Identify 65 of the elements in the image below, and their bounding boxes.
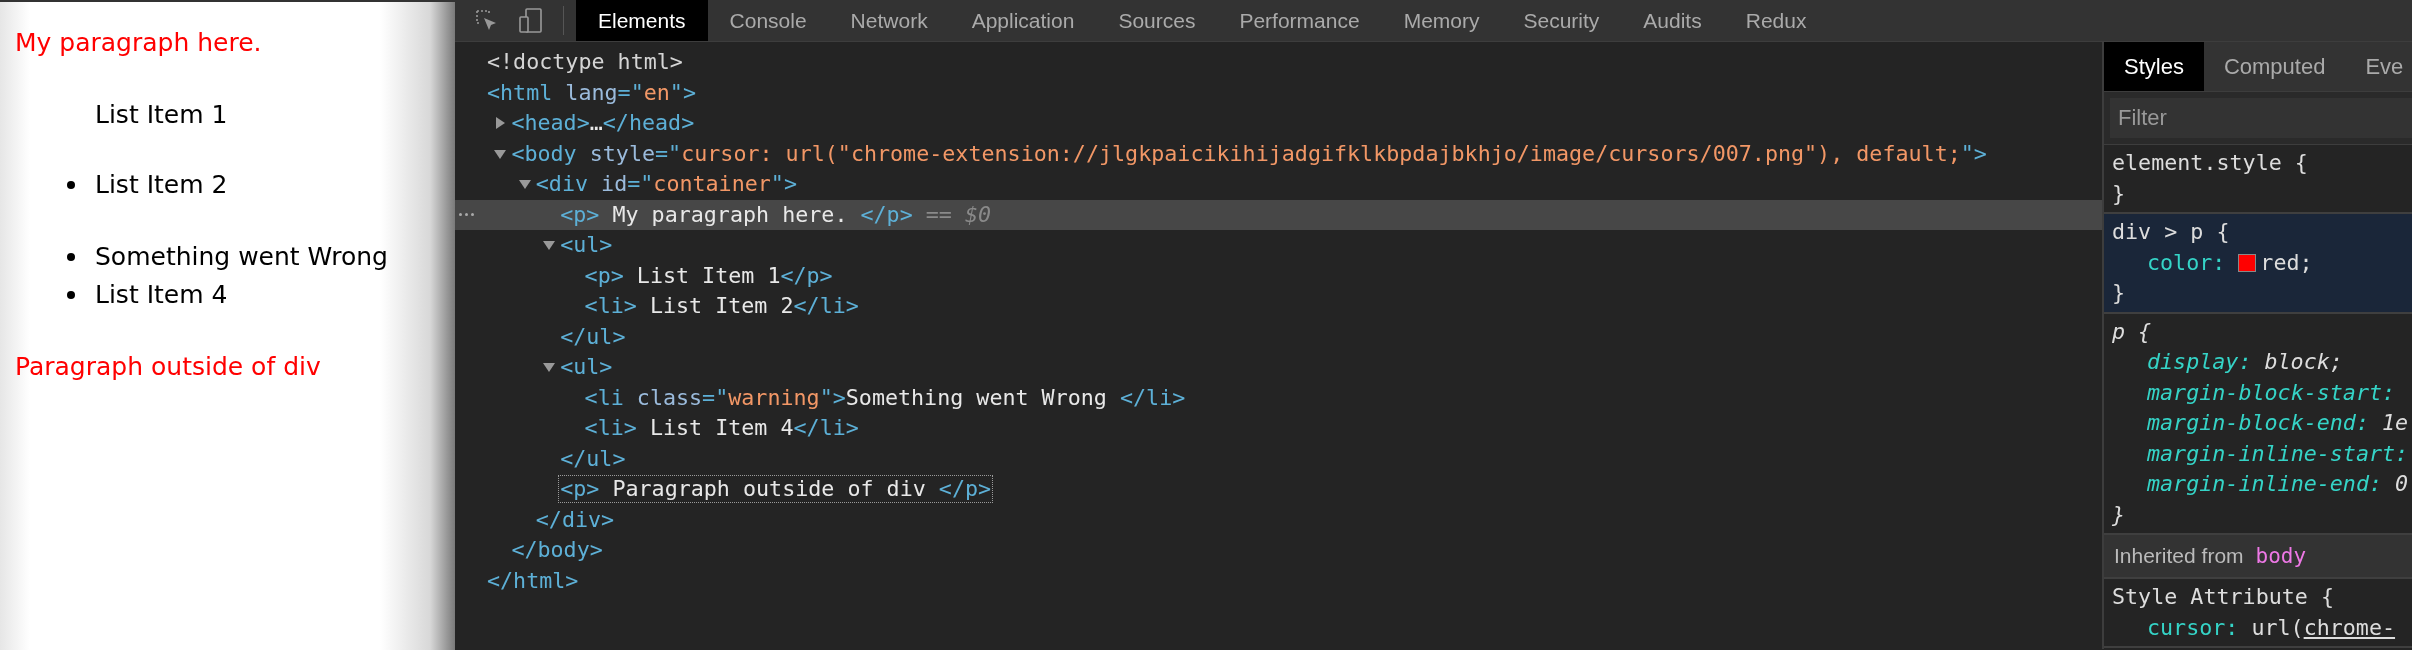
styles-tab[interactable]: Eve — [2345, 42, 2412, 91]
panel-tab[interactable]: Elements — [576, 0, 708, 41]
code-line[interactable]: </body> — [509, 536, 605, 565]
selected-row[interactable]: <p> My paragraph here. </p> == $0 — [455, 199, 2102, 230]
property-value: url(chrome- — [2251, 613, 2396, 642]
code-line[interactable]: </ul> — [558, 322, 628, 351]
property-name: color: — [2147, 248, 2226, 277]
bullet-icon — [67, 291, 75, 299]
property-value: 0 — [2395, 470, 2409, 498]
list-item: Something went Wrong — [95, 241, 388, 273]
panel-tab[interactable]: Application — [949, 0, 1097, 41]
color-swatch[interactable] — [2238, 253, 2257, 272]
property-value: red; — [2260, 248, 2313, 277]
rule-selector: div > p { — [2112, 218, 2231, 246]
rule-selector: element.style { — [2112, 149, 2309, 177]
bullet-icon — [67, 253, 75, 261]
rule-close-brace: } — [2112, 500, 2127, 529]
panel-tab[interactable]: Security — [1501, 0, 1622, 41]
panel-tab[interactable]: Performance — [1217, 0, 1382, 41]
rule-close-brace: } — [2112, 279, 2127, 307]
property-name: display: — [2147, 348, 2252, 376]
styles-tab[interactable]: Styles — [2104, 42, 2204, 91]
code-line[interactable]: <html lang="en"> — [485, 78, 698, 107]
filter-field[interactable]: Filter — [2110, 98, 2412, 138]
panel-tab[interactable]: Memory — [1381, 0, 1502, 41]
code-line[interactable]: </html> — [485, 566, 581, 595]
inherited-source-link[interactable]: body — [2255, 544, 2307, 568]
property-name: margin-block-start: — [2147, 378, 2396, 407]
list-item: List Item 2 — [95, 169, 228, 201]
paragraph: Paragraph outside of div — [15, 351, 322, 383]
code-line[interactable]: </div> — [533, 505, 617, 534]
rule-selector: p { — [2112, 317, 2153, 346]
code-line[interactable]: <li> List Item 4</li> — [582, 414, 861, 443]
paragraph: My paragraph here. — [15, 27, 263, 59]
property-name: margin-block-end: — [2147, 409, 2369, 437]
code-line[interactable]: <ul> — [558, 231, 615, 260]
code-line[interactable]: <li> List Item 2</li> — [582, 292, 861, 321]
list-item: List Item 4 — [95, 279, 228, 311]
code-line[interactable]: </ul> — [558, 444, 628, 473]
code-line[interactable]: <body style="cursor: url("chrome-extension://jlgkpaicikihijadgifklkbpdajbkhjo/image/cursors/007.png"), default;"> — [509, 139, 1989, 168]
property-name: margin-inline-start: — [2147, 439, 2409, 468]
property-value: 1e — [2381, 409, 2409, 437]
rule-selector: Style Attribute { — [2112, 583, 2335, 611]
panel-tab[interactable]: Network — [828, 0, 950, 41]
code-line[interactable]: <ul> — [558, 353, 615, 382]
panel-tab[interactable]: Console — [707, 0, 829, 41]
inherited-label: Inherited from — [2114, 544, 2244, 568]
device-toolbar-icon[interactable] — [519, 7, 543, 34]
code-line[interactable]: <div id="container"> — [533, 170, 799, 199]
code-line[interactable]: <p> List Item 1</p> — [582, 261, 835, 290]
property-name: margin-inline-end: — [2147, 470, 2383, 498]
panel-tab[interactable]: Redux — [1723, 0, 1829, 41]
code-line[interactable]: <head>…</head> — [509, 109, 697, 138]
property-name: cursor: — [2147, 613, 2239, 642]
property-value: block; — [2264, 348, 2343, 376]
bullet-icon — [67, 181, 75, 189]
panel-tab[interactable]: Audits — [1621, 0, 1724, 41]
rule-close-brace: } — [2112, 179, 2127, 208]
code-line[interactable]: <p> My paragraph here. </p> == $0 — [558, 200, 994, 229]
more-icon[interactable] — [459, 212, 474, 216]
paragraph: List Item 1 — [95, 99, 228, 131]
code-line[interactable]: <li class="warning">Something went Wrong </li> — [582, 383, 1188, 412]
panel-tab[interactable]: Sources — [1096, 0, 1218, 41]
code-line[interactable]: <!doctype html> — [485, 48, 685, 77]
styles-tab[interactable]: Computed — [2203, 42, 2346, 91]
